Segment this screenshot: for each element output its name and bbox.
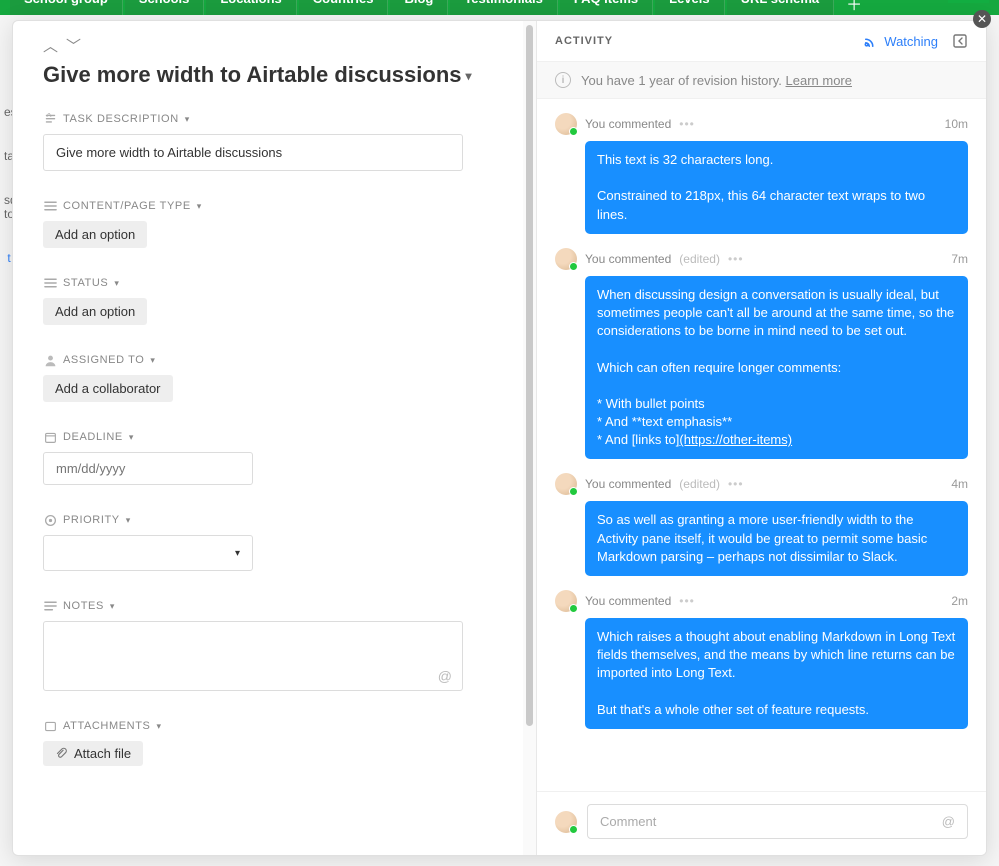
chevron-down-icon: ▾	[197, 201, 202, 212]
info-icon: i	[555, 72, 571, 88]
field-label-status[interactable]: STATUS ▾	[43, 276, 493, 290]
edited-label: (edited)	[679, 477, 720, 491]
collapse-pane-button[interactable]	[952, 33, 968, 49]
comment-author: You commented	[585, 252, 671, 266]
activity-pane: ACTIVITY Watching i You have 1 year of r…	[536, 21, 986, 855]
activity-feed: You commented ••• 10m This text is 32 chara…	[537, 99, 986, 791]
priority-select[interactable]: ▾	[43, 535, 253, 571]
scrollbar[interactable]	[523, 21, 536, 855]
nav-tab[interactable]: URL schema	[727, 0, 835, 15]
attach-file-button[interactable]: Attach file	[43, 741, 143, 766]
field-label-assigned-to[interactable]: ASSIGNED TO ▾	[43, 353, 493, 367]
prev-record-button[interactable]: ︿	[43, 35, 58, 56]
add-option-button[interactable]: Add an option	[43, 221, 147, 248]
next-record-button[interactable]: ﹀	[66, 35, 81, 56]
avatar	[555, 113, 577, 135]
record-detail-pane: ︿ ﹀ Give more width to Airtable discussi…	[13, 21, 536, 855]
comment-time: 4m	[951, 477, 968, 491]
comment-link[interactable]: (https://other-items)	[679, 432, 792, 447]
comment-time: 7m	[951, 252, 968, 266]
comment-item: You commented ••• 10m This text is 32 chara…	[555, 113, 968, 234]
revision-history-banner: i You have 1 year of revision history. L…	[537, 62, 986, 99]
close-button[interactable]: ✕	[973, 10, 991, 28]
avatar	[555, 248, 577, 270]
nav-tab[interactable]: School group	[10, 0, 123, 15]
multiselect-icon	[43, 199, 57, 213]
single-select-icon	[43, 513, 57, 527]
nav-tab[interactable]: FAQ items	[560, 0, 653, 15]
avatar	[555, 473, 577, 495]
calendar-icon	[43, 430, 57, 444]
mention-icon[interactable]: @	[942, 814, 955, 829]
multiselect-icon	[43, 276, 57, 290]
nav-tab[interactable]: Testimonials	[450, 0, 558, 15]
add-option-button[interactable]: Add an option	[43, 298, 147, 325]
comment-item: You commented ••• 2m Which raises a thought…	[555, 590, 968, 729]
rss-icon	[864, 34, 878, 48]
comment-author: You commented	[585, 117, 671, 131]
nav-tab[interactable]: Schools	[125, 0, 205, 15]
share-button[interactable]: SHA	[948, 0, 989, 3]
comment-author: You commented	[585, 477, 671, 491]
chevron-down-icon: ▾	[150, 355, 155, 366]
comment-body: Which raises a thought about enabling Ma…	[585, 618, 968, 729]
comment-item: You commented (edited) ••• 4m So as well as…	[555, 473, 968, 576]
svg-text:A: A	[46, 113, 51, 119]
comment-menu-button[interactable]: •••	[728, 252, 744, 266]
top-nav: School group Schools Locations Countries…	[0, 0, 999, 15]
long-text-icon	[43, 599, 57, 613]
attachment-icon	[43, 719, 57, 733]
chevron-down-icon: ▾	[235, 548, 240, 559]
field-label-deadline[interactable]: DEADLINE ▾	[43, 430, 493, 444]
nav-tab[interactable]: Levels	[655, 0, 724, 15]
comment-menu-button[interactable]: •••	[679, 117, 695, 131]
comment-menu-button[interactable]: •••	[728, 477, 744, 491]
chevron-down-icon: ▾	[185, 114, 190, 125]
field-label-attachments[interactable]: ATTACHMENTS ▾	[43, 719, 493, 733]
chevron-down-icon: ▾	[129, 432, 134, 443]
paperclip-icon	[55, 747, 68, 760]
field-label-content-type[interactable]: CONTENT/PAGE TYPE ▾	[43, 199, 493, 213]
record-modal: ︿ ﹀ Give more width to Airtable discussi…	[12, 20, 987, 856]
chevron-down-icon: ▾	[156, 721, 161, 732]
comment-body: This text is 32 characters long. Constra…	[585, 141, 968, 234]
deadline-input[interactable]	[43, 452, 253, 485]
collaborator-icon	[43, 353, 57, 367]
nav-tab[interactable]: Blog	[390, 0, 448, 15]
learn-more-link[interactable]: Learn more	[786, 73, 852, 88]
mention-icon[interactable]: @	[438, 668, 452, 684]
task-description-input[interactable]	[43, 134, 463, 171]
add-collaborator-button[interactable]: Add a collaborator	[43, 375, 173, 402]
chevron-down-icon: ▾	[126, 515, 131, 526]
chevron-down-icon: ▾	[110, 601, 115, 612]
chevron-down-icon: ▾	[114, 278, 119, 289]
text-field-icon: A	[43, 112, 57, 126]
activity-header: ACTIVITY	[555, 35, 613, 47]
comment-menu-button[interactable]: •••	[679, 594, 695, 608]
comment-author: You commented	[585, 594, 671, 608]
comment-time: 2m	[951, 594, 968, 608]
comment-item: You commented (edited) ••• 7m When discussi…	[555, 248, 968, 460]
notes-textarea[interactable]: @	[43, 621, 463, 691]
comment-body: So as well as granting a more user-frien…	[585, 501, 968, 576]
chevron-down-icon: ▾	[466, 69, 472, 83]
comment-body: When discussing design a conversation is…	[585, 276, 968, 460]
comment-time: 10m	[945, 117, 968, 131]
field-label-task-description[interactable]: A TASK DESCRIPTION ▾	[43, 112, 493, 126]
nav-tab[interactable]: Countries	[299, 0, 389, 15]
record-title[interactable]: Give more width to Airtable discussions▾	[43, 62, 493, 88]
add-table-button[interactable]: ＋	[836, 0, 872, 15]
field-label-notes[interactable]: NOTES ▾	[43, 599, 493, 613]
watching-toggle[interactable]: Watching	[864, 34, 938, 49]
avatar	[555, 590, 577, 612]
nav-tab[interactable]: Locations	[206, 0, 296, 15]
avatar	[555, 811, 577, 833]
edited-label: (edited)	[679, 252, 720, 266]
comment-input[interactable]: Comment @	[587, 804, 968, 839]
field-label-priority[interactable]: PRIORITY ▾	[43, 513, 493, 527]
